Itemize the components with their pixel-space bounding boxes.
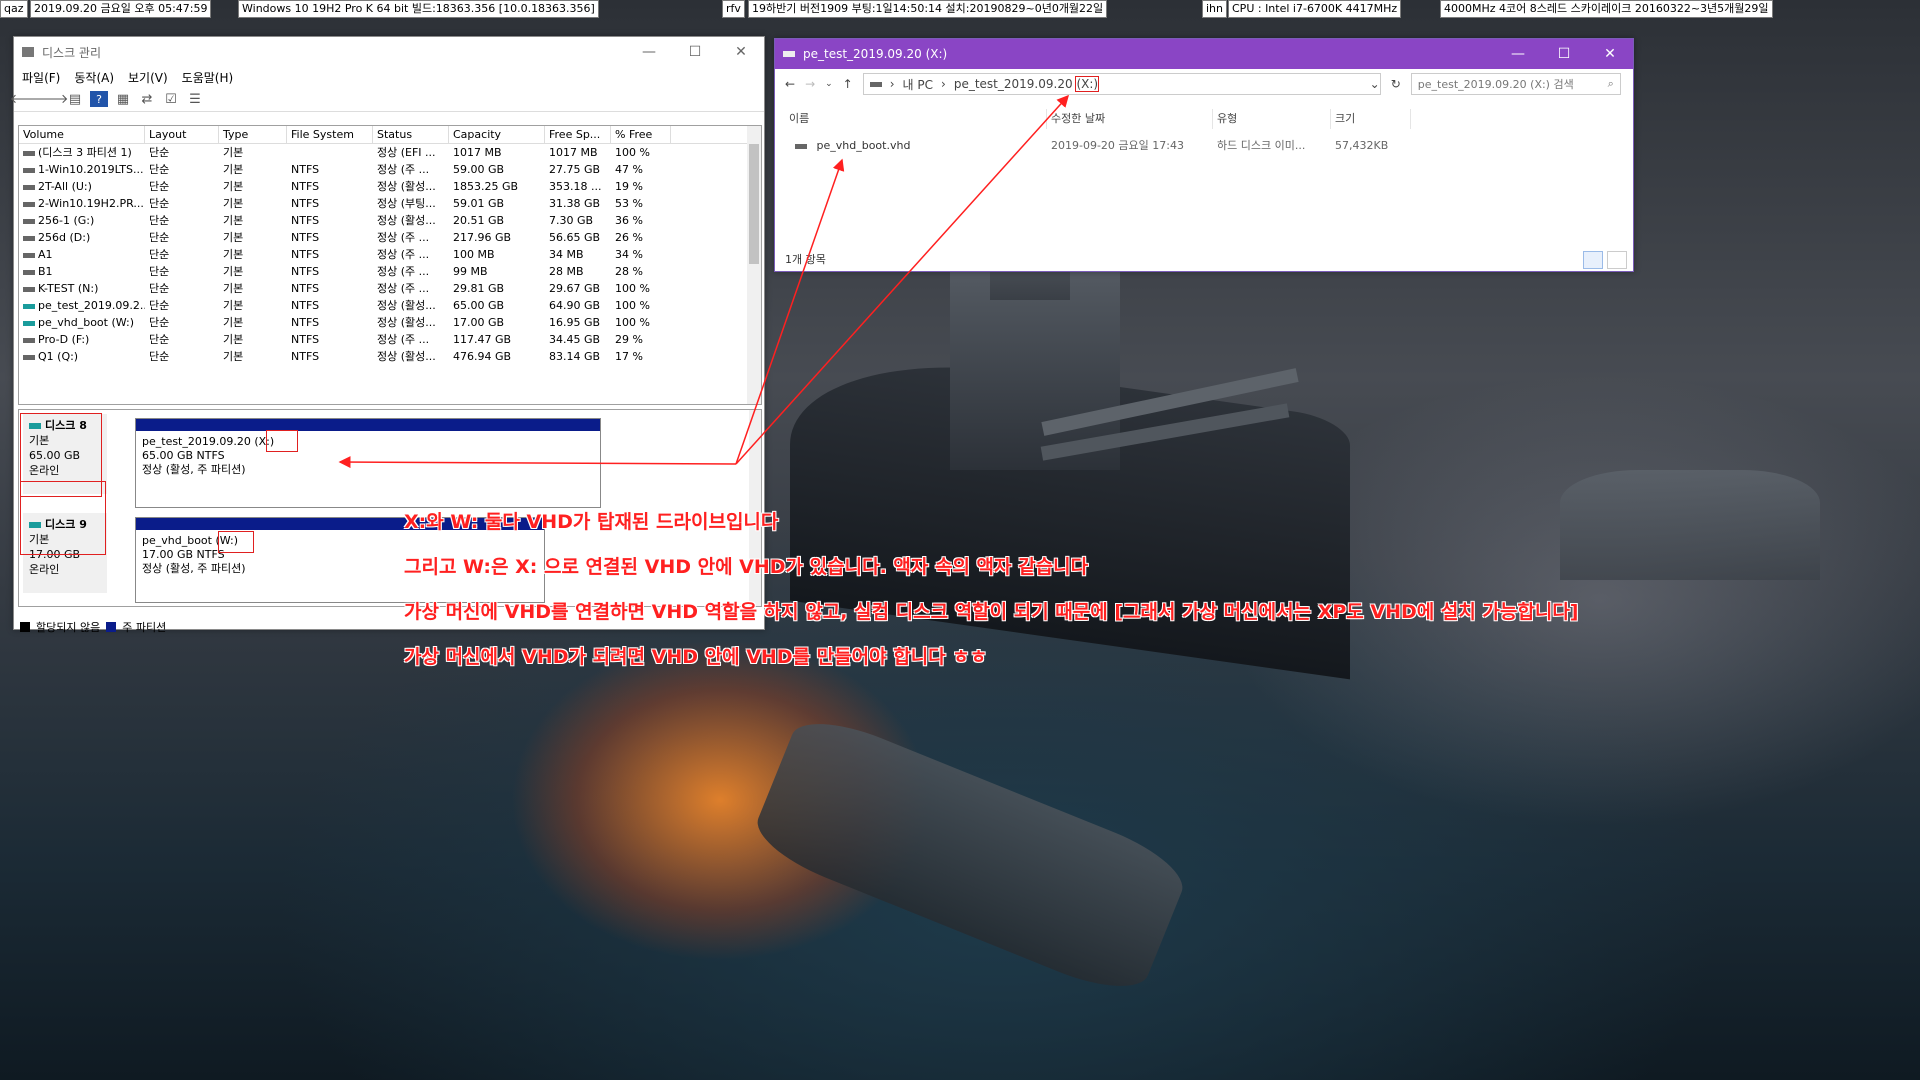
annotation-line-3: 가상 머신에 VHD를 연결하면 VHD 역할을 하지 않고, 실컴 디스크 역… — [404, 601, 1579, 623]
annotation-arrows — [338, 94, 1070, 469]
annotation-line-2: 그리고 W:은 X: 으로 연결된 VHD 안에 VHD가 있습니다. 액자 속… — [404, 556, 1089, 578]
annotation-line-1: X:와 W: 둘다 VHD가 탑재된 드라이브입니다 — [404, 511, 779, 533]
arrow-to-address-x — [735, 94, 1070, 465]
arrow-to-vhd-file — [735, 158, 845, 465]
arrow-to-disk8-partition — [338, 456, 737, 469]
annotation-line-4: 가상 머신에서 VHD가 되려면 VHD 안에 VHD를 만들어야 합니다 ㅎㅎ — [404, 646, 988, 668]
